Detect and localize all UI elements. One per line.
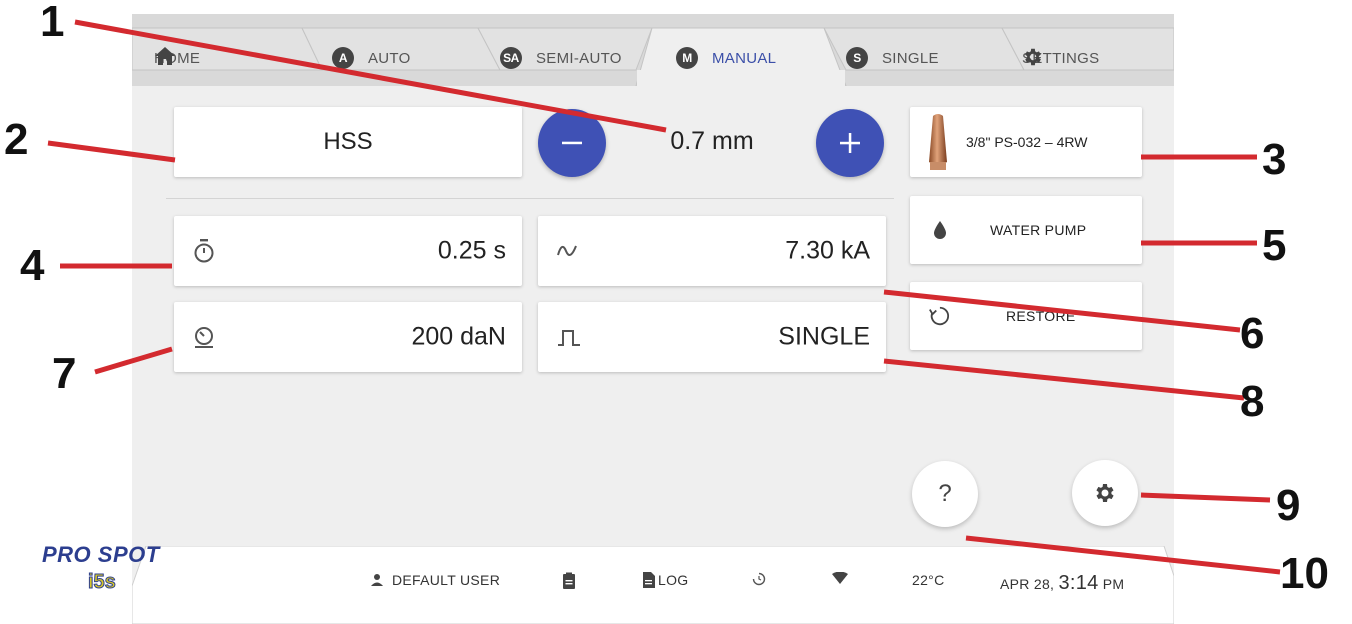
- annotation-5: 5: [1262, 221, 1287, 270]
- annotation-1: 1: [40, 0, 65, 46]
- annotation-2: 2: [4, 115, 29, 164]
- annotation-4: 4: [20, 241, 45, 290]
- annotation-6: 6: [1240, 309, 1265, 358]
- annotation-3: 3: [1262, 135, 1287, 184]
- annotation-7: 7: [52, 349, 77, 398]
- annotation-lines: [47, 19, 1281, 575]
- annotation-10: 10: [1280, 549, 1329, 598]
- annotation-8: 8: [1240, 377, 1265, 426]
- annotation-9: 9: [1276, 481, 1301, 530]
